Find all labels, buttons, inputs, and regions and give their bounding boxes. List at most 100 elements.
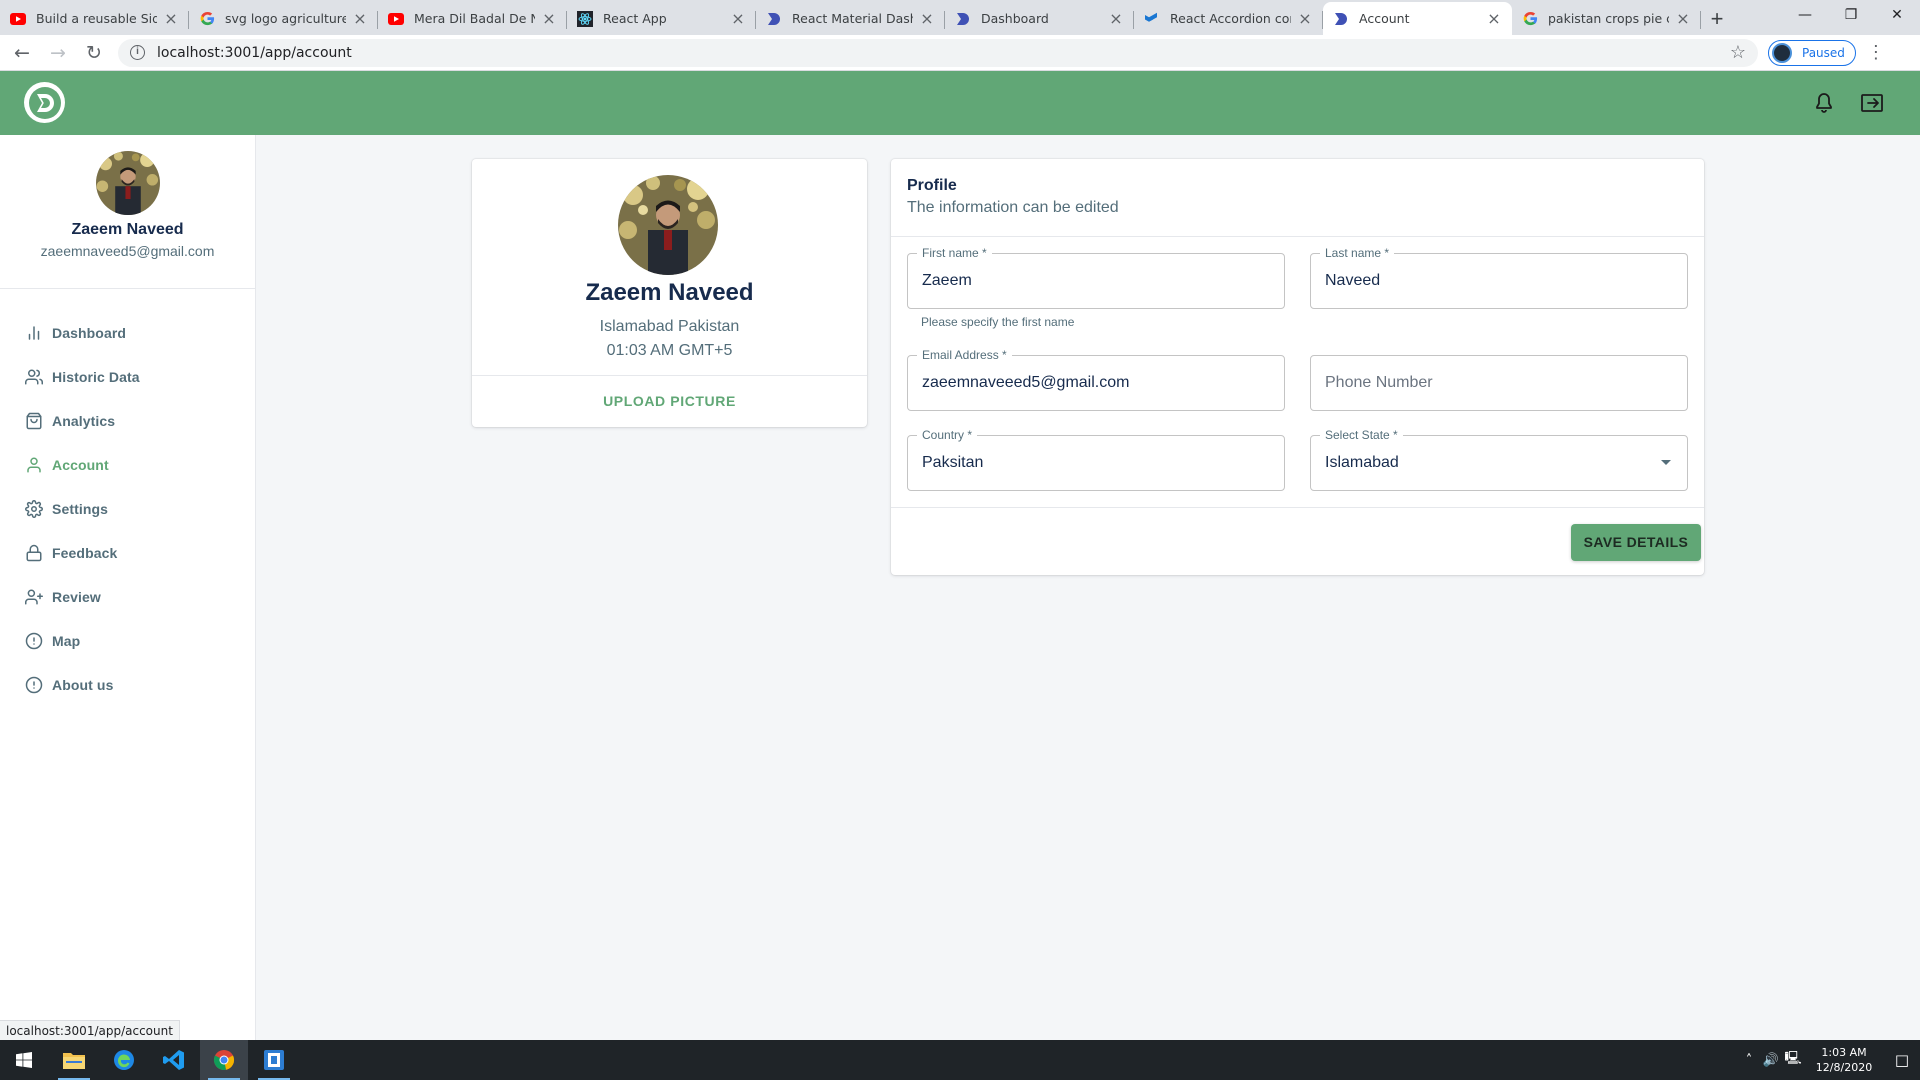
email-input[interactable] xyxy=(922,356,1262,410)
profile-button[interactable]: Paused xyxy=(1768,39,1856,66)
sidebar-item-about-us[interactable]: About us xyxy=(0,663,255,707)
user-icon xyxy=(24,455,44,475)
card-subtitle: The information can be edited xyxy=(907,199,1119,216)
google-icon xyxy=(1522,11,1538,27)
avatar[interactable] xyxy=(95,151,160,215)
alert-circle-icon xyxy=(24,675,44,695)
status-bar-url: localhost:3001/app/account xyxy=(0,1020,180,1040)
file-explorer-icon[interactable] xyxy=(50,1040,98,1080)
react-icon xyxy=(577,10,593,27)
sidebar-item-label: Dashboard xyxy=(52,325,127,341)
phone-input[interactable] xyxy=(1325,356,1665,410)
tab-title: Mera Dil Badal De Naat xyxy=(414,11,535,26)
profile-location: Islamabad Pakistan xyxy=(599,318,740,335)
save-details-button[interactable]: SAVE DETAILS xyxy=(1571,524,1701,561)
url-text[interactable]: localhost:3001/app/account xyxy=(157,45,1730,61)
divider xyxy=(891,236,1704,237)
clock[interactable]: 1:03 AM 12/8/2020 xyxy=(1804,1045,1884,1075)
close-tab-icon[interactable]: × xyxy=(1108,10,1124,27)
first-name-input[interactable] xyxy=(922,254,1262,308)
close-tab-icon[interactable]: × xyxy=(541,10,557,27)
minimize-icon[interactable]: — xyxy=(1782,0,1828,30)
bell-icon[interactable] xyxy=(1812,91,1836,115)
window-controls: — ❐ ✕ xyxy=(1782,0,1920,30)
close-tab-icon[interactable]: × xyxy=(1486,10,1502,27)
browser-tab-strip: Build a reusable Sideba × svg logo agric… xyxy=(0,0,1920,35)
lock-icon xyxy=(24,543,44,563)
sidebar-item-account[interactable]: Account xyxy=(0,443,255,487)
app-top-bar xyxy=(0,71,1920,135)
state-value: Islamabad xyxy=(1325,454,1399,471)
sidebar-item-feedback[interactable]: Feedback xyxy=(0,531,255,575)
settings-icon xyxy=(24,499,44,519)
browser-tab-active[interactable]: Account × xyxy=(1323,2,1512,35)
site-info-icon[interactable]: i xyxy=(130,45,145,60)
profile-avatar-large xyxy=(618,175,718,275)
profile-card: Zaeem Naveed Islamabad Pakistan 01:03 AM… xyxy=(472,159,867,427)
sidebar-item-label: Feedback xyxy=(52,545,118,561)
country-input[interactable] xyxy=(922,436,1262,490)
sidebar-item-label: Settings xyxy=(52,501,109,517)
browser-tab[interactable]: React Accordion compo × xyxy=(1134,2,1323,35)
windows-start-icon[interactable] xyxy=(0,1040,48,1080)
close-tab-icon[interactable]: × xyxy=(1297,10,1313,27)
back-icon[interactable]: ← xyxy=(8,39,36,67)
browser-tab[interactable]: pakistan crops pie char × xyxy=(1512,2,1701,35)
app-logo-icon[interactable] xyxy=(24,82,65,123)
close-tab-icon[interactable]: × xyxy=(1675,10,1691,27)
close-window-icon[interactable]: ✕ xyxy=(1874,0,1920,30)
sidebar-item-dashboard[interactable]: Dashboard xyxy=(0,311,255,355)
system-tray: ˄ 🔊 🖳 1:03 AM 12/8/2020 □ xyxy=(1738,1040,1920,1080)
network-icon[interactable]: 🖳 xyxy=(1782,1049,1804,1071)
bar-chart-icon xyxy=(24,323,44,343)
close-tab-icon[interactable]: × xyxy=(730,10,746,27)
sidebar-item-historic-data[interactable]: Historic Data xyxy=(0,355,255,399)
close-tab-icon[interactable]: × xyxy=(163,10,179,27)
users-icon xyxy=(24,367,44,387)
sidebar-item-settings[interactable]: Settings xyxy=(0,487,255,531)
first-name-field[interactable]: First name * xyxy=(907,246,1285,309)
state-select[interactable]: Select State * Islamabad xyxy=(1310,428,1688,491)
sidebar-item-analytics[interactable]: Analytics xyxy=(0,399,255,443)
browser-toolbar: ← → ↻ i localhost:3001/app/account ☆ Pau… xyxy=(0,35,1920,71)
logout-icon[interactable] xyxy=(1860,91,1884,115)
browser-menu-icon[interactable]: ⋮ xyxy=(1866,42,1886,63)
vscode-icon[interactable] xyxy=(150,1040,198,1080)
browser-tab[interactable]: Build a reusable Sideba × xyxy=(0,2,189,35)
close-tab-icon[interactable]: × xyxy=(352,10,368,27)
phone-field[interactable] xyxy=(1310,355,1688,411)
browser-tab[interactable]: React App × xyxy=(567,2,756,35)
new-tab-icon[interactable]: + xyxy=(1701,2,1733,35)
upload-picture-button[interactable]: UPLOAD PICTURE xyxy=(472,376,867,427)
tab-title: svg logo agriculture - G xyxy=(225,11,346,26)
chrome-icon[interactable] xyxy=(200,1040,248,1080)
notification-icon[interactable]: □ xyxy=(1884,1051,1920,1069)
volume-icon[interactable]: 🔊 xyxy=(1760,1053,1782,1068)
bookmark-star-icon[interactable]: ☆ xyxy=(1730,42,1746,63)
browser-tab[interactable]: Mera Dil Badal De Naat × xyxy=(378,2,567,35)
sidebar-user-email: zaeemnaveed5@gmail.com xyxy=(40,243,215,259)
sidebar-item-label: Analytics xyxy=(52,413,116,429)
app-icon[interactable] xyxy=(250,1040,298,1080)
google-icon xyxy=(199,11,215,27)
sidebar-item-review[interactable]: Review xyxy=(0,575,255,619)
email-field[interactable]: Email Address * xyxy=(907,348,1285,411)
reload-icon[interactable]: ↻ xyxy=(80,39,108,67)
chevron-up-icon[interactable]: ˄ xyxy=(1738,1053,1760,1068)
browser-tab[interactable]: svg logo agriculture - G × xyxy=(189,2,378,35)
profile-details-card: Profile The information can be edited Fi… xyxy=(891,159,1704,575)
card-title: Profile xyxy=(907,177,957,194)
address-bar[interactable]: i localhost:3001/app/account ☆ xyxy=(118,38,1758,67)
sidebar-item-map[interactable]: Map xyxy=(0,619,255,663)
browser-tab[interactable]: React Material Dashbo × xyxy=(756,2,945,35)
sidebar-item-label: About us xyxy=(52,677,114,693)
close-tab-icon[interactable]: × xyxy=(919,10,935,27)
chevron-down-icon[interactable] xyxy=(1661,460,1671,465)
last-name-field[interactable]: Last name * xyxy=(1310,246,1688,309)
edge-icon[interactable] xyxy=(100,1040,148,1080)
last-name-input[interactable] xyxy=(1325,254,1665,308)
browser-tab[interactable]: Dashboard × xyxy=(945,2,1134,35)
forward-icon[interactable]: → xyxy=(44,39,72,67)
country-field[interactable]: Country * xyxy=(907,428,1285,491)
restore-icon[interactable]: ❐ xyxy=(1828,0,1874,30)
